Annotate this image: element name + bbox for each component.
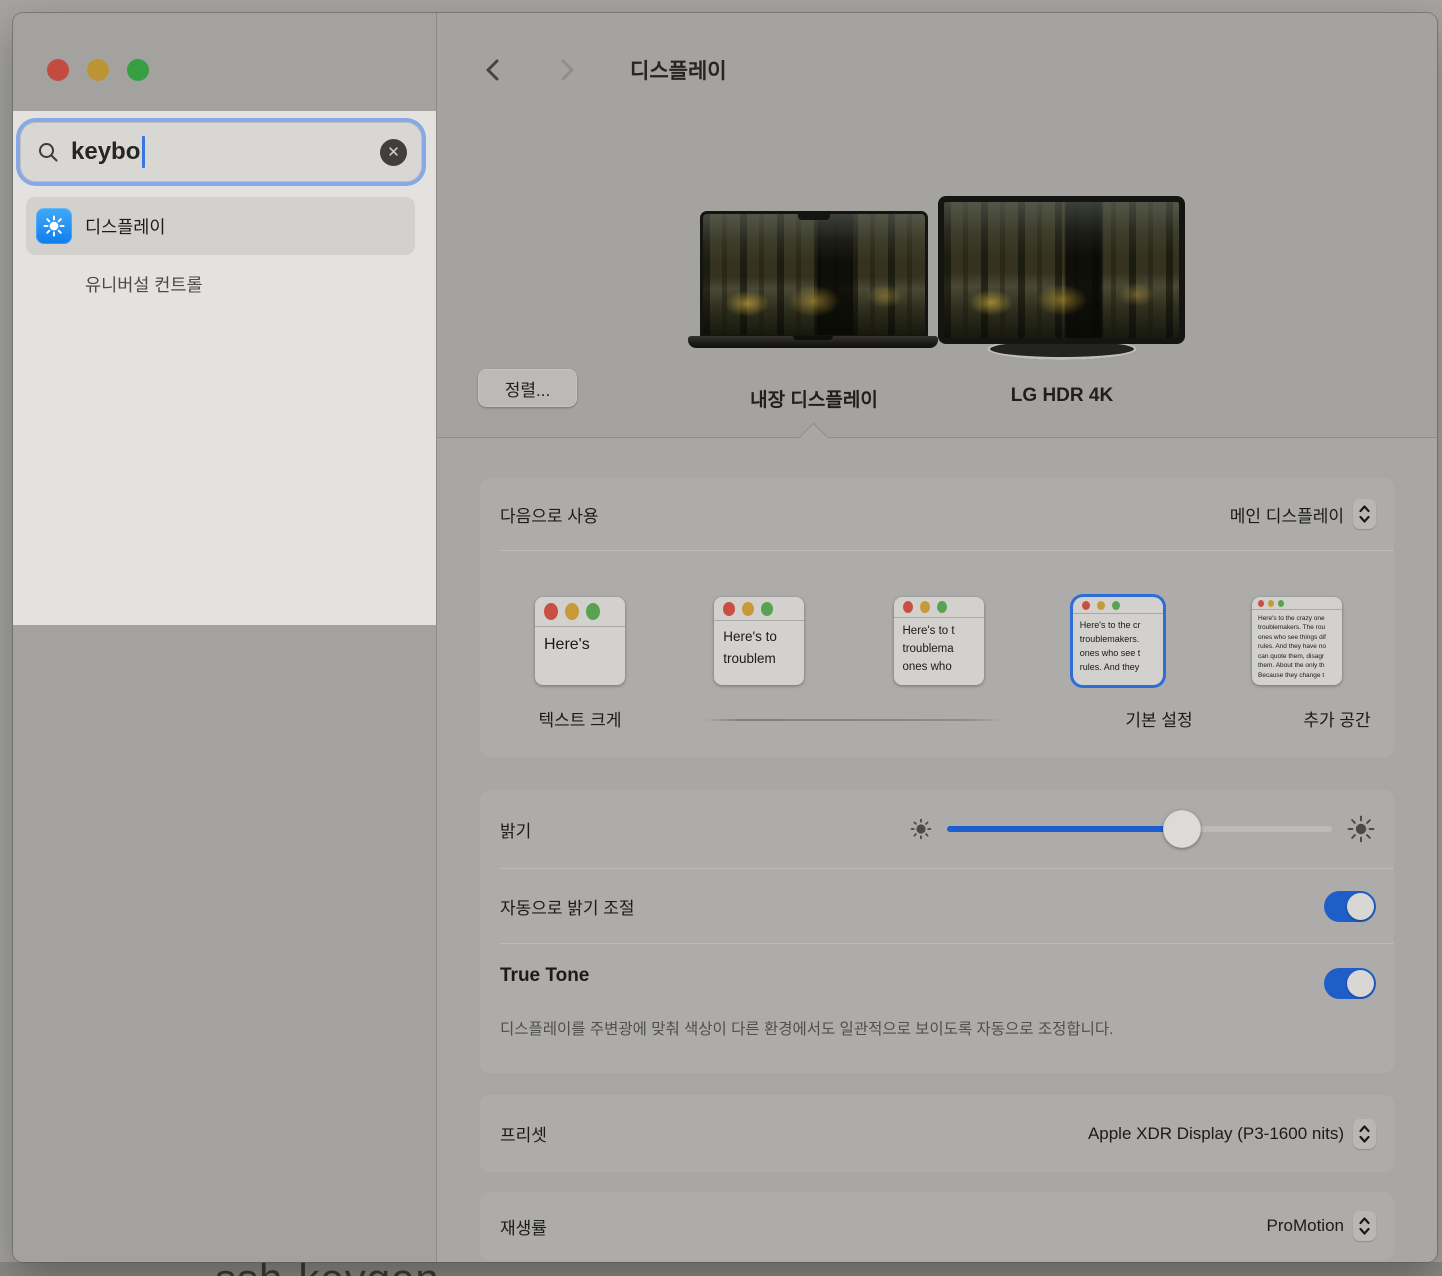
true-tone-label: True Tone xyxy=(500,965,589,987)
separator xyxy=(500,550,1394,551)
mini-window-titlebar xyxy=(535,597,625,627)
navigation-header: 디스플레이 xyxy=(479,55,727,85)
search-query-text: keybo xyxy=(71,138,140,166)
brightness-slider[interactable] xyxy=(947,826,1332,832)
scaling-option-more-space[interactable]: Here's to the crazy one troublemakers. T… xyxy=(1252,597,1342,685)
clear-search-button[interactable]: ✕ xyxy=(380,139,407,166)
use-as-dropdown[interactable] xyxy=(1353,499,1376,529)
scaling-option-larger-text[interactable]: Here's xyxy=(535,597,625,685)
refresh-rate-value: ProMotion xyxy=(1267,1216,1344,1236)
arrange-button[interactable]: 정렬... xyxy=(478,369,577,407)
refresh-rate-section: 재생률 ProMotion xyxy=(480,1192,1394,1260)
scaling-label-more-space: 추가 공간 xyxy=(1303,706,1370,731)
mini-window-titlebar xyxy=(894,597,984,618)
minimize-button[interactable] xyxy=(87,59,109,81)
zoom-button[interactable] xyxy=(127,59,149,81)
search-result-label: 유니버설 컨트롤 xyxy=(85,272,203,297)
brightness-knob[interactable] xyxy=(1163,810,1201,848)
scaling-options: Here's Here's to troublem Here's to t tr… xyxy=(480,597,1394,685)
preset-dropdown[interactable] xyxy=(1353,1119,1376,1149)
preset-label: 프리셋 xyxy=(500,1121,547,1146)
mini-window-titlebar xyxy=(1073,597,1163,614)
true-tone-description: 디스플레이를 주변광에 맞춰 색상이 다른 환경에서도 일관적으로 보이도록 자… xyxy=(480,1008,1394,1042)
search-result-universal-control[interactable]: 유니버설 컨트롤 xyxy=(26,257,415,311)
search-icon xyxy=(37,141,59,163)
text-cursor xyxy=(142,136,145,168)
display-settings-pane: 디스플레이 정렬... 내장 디스플레이 LG HDR 4K 다음으로 사용 메… xyxy=(437,13,1437,1262)
back-button[interactable] xyxy=(479,55,509,85)
scaling-connector-line xyxy=(705,719,1003,721)
mini-window-titlebar xyxy=(714,597,804,621)
auto-brightness-row: 자동으로 밝기 조절 xyxy=(480,869,1394,943)
display-builtin-thumbnail[interactable] xyxy=(700,211,928,337)
refresh-rate-label: 재생률 xyxy=(500,1214,547,1239)
wallpaper-forest xyxy=(944,202,1179,338)
preset-value: Apple XDR Display (P3-1600 nits) xyxy=(1088,1124,1344,1144)
brightness-bright-icon xyxy=(1346,814,1376,844)
true-tone-row: True Tone xyxy=(480,944,1394,1008)
search-result-display[interactable]: 디스플레이 xyxy=(26,197,415,255)
search-result-label: 디스플레이 xyxy=(85,214,166,239)
display-builtin-label: 내장 디스플레이 xyxy=(750,385,878,412)
brightness-dim-icon xyxy=(909,817,933,841)
brightness-row: 밝기 xyxy=(480,790,1394,868)
sidebar: keybo ✕ xyxy=(13,13,437,1262)
display-settings-icon xyxy=(36,208,72,244)
use-as-row: 다음으로 사용 메인 디스플레이 xyxy=(480,478,1394,550)
auto-brightness-label: 자동으로 밝기 조절 xyxy=(500,894,635,919)
scaling-option-default[interactable]: Here's to the cr troublemakers. ones who… xyxy=(1073,597,1163,685)
page-title: 디스플레이 xyxy=(630,55,727,85)
refresh-rate-dropdown[interactable] xyxy=(1353,1211,1376,1241)
search-input[interactable]: keybo ✕ xyxy=(20,122,422,182)
laptop-notch xyxy=(798,214,830,220)
auto-brightness-toggle[interactable] xyxy=(1324,891,1376,922)
mini-window-titlebar xyxy=(1252,597,1342,610)
display-lg-thumbnail[interactable] xyxy=(938,196,1185,344)
scaling-label-larger-text: 텍스트 크게 xyxy=(539,706,622,731)
brightness-label: 밝기 xyxy=(500,817,531,842)
refresh-rate-row: 재생률 ProMotion xyxy=(480,1192,1394,1260)
resolution-section: 다음으로 사용 메인 디스플레이 Here's xyxy=(480,478,1394,757)
window-controls xyxy=(47,59,149,81)
forward-button[interactable] xyxy=(551,55,581,85)
search-results-panel: keybo ✕ xyxy=(13,111,436,625)
laptop-base xyxy=(688,336,938,348)
true-tone-toggle[interactable] xyxy=(1324,968,1376,999)
scaling-option-2[interactable]: Here's to troublem xyxy=(714,597,804,685)
use-as-label: 다음으로 사용 xyxy=(500,502,599,527)
brightness-fill xyxy=(947,826,1182,832)
preset-section: 프리셋 Apple XDR Display (P3-1600 nits) xyxy=(480,1095,1394,1172)
system-settings-window: keybo ✕ xyxy=(13,13,1437,1262)
close-button[interactable] xyxy=(47,59,69,81)
brightness-section: 밝기 xyxy=(480,790,1394,1073)
scaling-label-default: 기본 설정 xyxy=(1125,706,1192,731)
display-lg-label: LG HDR 4K xyxy=(1011,385,1113,407)
wallpaper-forest xyxy=(703,214,925,335)
scaling-option-3[interactable]: Here's to t troublema ones who xyxy=(894,597,984,685)
preset-row: 프리셋 Apple XDR Display (P3-1600 nits) xyxy=(480,1095,1394,1172)
scaling-option-labels: 텍스트 크게 기본 설정 추가 공간 xyxy=(480,706,1394,736)
use-as-value: 메인 디스플레이 xyxy=(1230,502,1344,527)
